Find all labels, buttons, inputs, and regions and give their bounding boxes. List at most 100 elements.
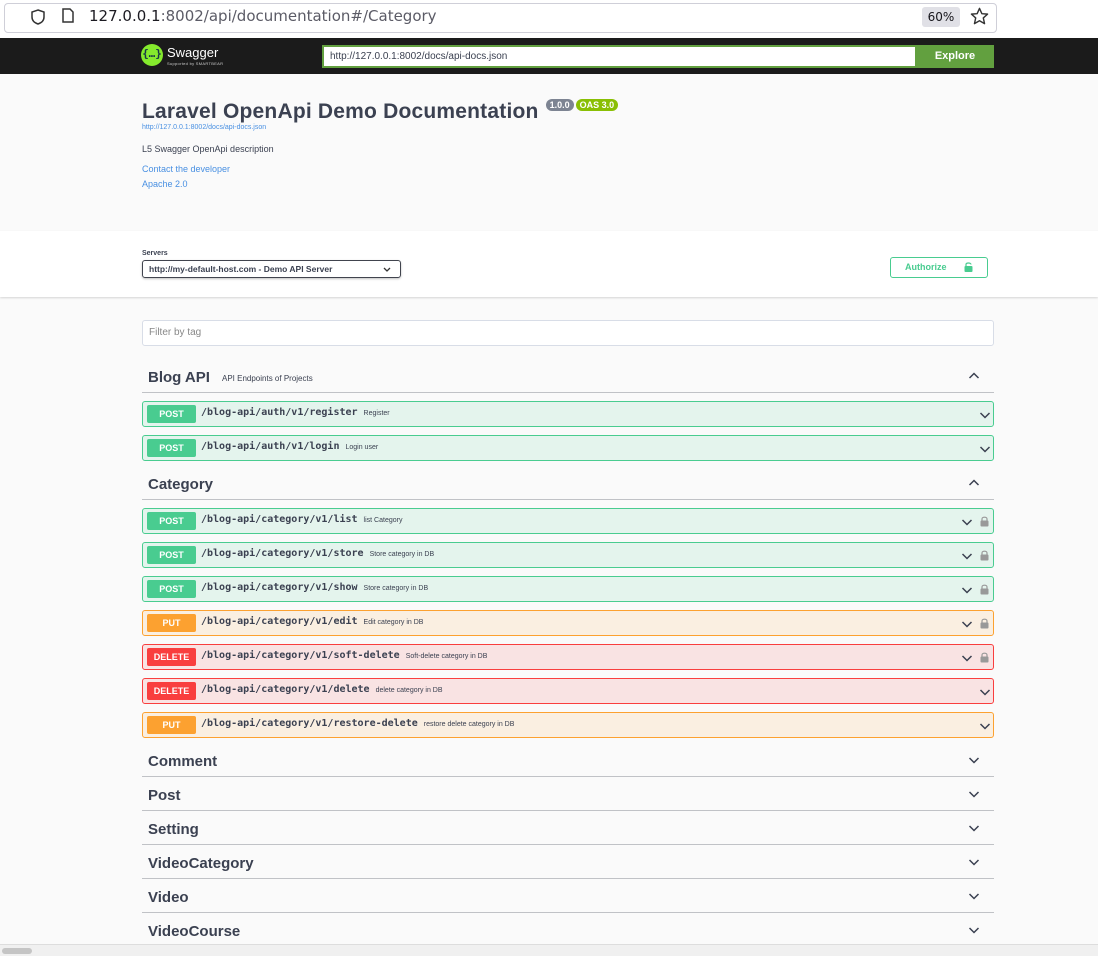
horizontal-scrollbar[interactable] xyxy=(0,944,1098,956)
swagger-logo-icon[interactable]: {…} xyxy=(141,44,163,66)
unlocked-icon xyxy=(964,262,973,272)
tag-section-header[interactable]: Post xyxy=(142,779,994,811)
operation-path: /blog-api/category/v1/show xyxy=(201,582,358,593)
page-icon[interactable] xyxy=(62,8,74,23)
chevron-down-icon xyxy=(968,927,980,934)
servers-select-value: http://my-default-host.com - Demo API Se… xyxy=(149,264,333,274)
operation-path: /blog-api/category/v1/delete xyxy=(201,684,370,695)
operation-summary: Store category in DB xyxy=(369,551,435,558)
zoom-badge[interactable]: 60% xyxy=(922,7,960,27)
tag-section-header[interactable]: Setting xyxy=(142,813,994,845)
filter-by-tag-input[interactable]: Filter by tag xyxy=(142,320,994,346)
spec-url-input[interactable]: http://127.0.0.1:8002/docs/api-docs.json xyxy=(322,45,917,68)
tag-section-header[interactable]: VideoCategory xyxy=(142,847,994,879)
version-badge: 1.0.0 xyxy=(545,99,574,111)
operation-summary: restore delete category in DB xyxy=(423,721,515,728)
operation-post-row[interactable]: POST/blog-api/category/v1/store Store cat… xyxy=(142,542,994,568)
scrollbar-thumb[interactable] xyxy=(2,948,32,954)
tag-name: Post xyxy=(148,787,181,804)
chevron-down-icon xyxy=(979,723,991,730)
method-badge: PUT xyxy=(147,716,196,734)
chevron-down-icon xyxy=(968,757,980,764)
chevron-down-icon xyxy=(979,412,991,419)
lock-icon[interactable] xyxy=(980,584,989,595)
spec-link[interactable]: http://127.0.0.1:8002/docs/api-docs.json xyxy=(142,124,1002,131)
chevron-down-icon xyxy=(961,519,973,526)
url-path: :8002/api/documentation#/Category xyxy=(160,7,437,25)
chevron-down-icon xyxy=(961,621,973,628)
tag-section-header[interactable]: VideoCourse xyxy=(142,915,994,947)
chevron-down-icon xyxy=(979,689,991,696)
operation-path: /blog-api/auth/v1/login xyxy=(201,441,340,452)
method-badge: PUT xyxy=(147,614,196,632)
tag-name: Category xyxy=(148,476,214,493)
operation-summary: Edit category in DB xyxy=(363,619,424,626)
method-badge: POST xyxy=(147,546,196,564)
tag-section-header[interactable]: Category xyxy=(142,468,994,500)
operation-put-row[interactable]: PUT/blog-api/category/v1/edit Edit catego… xyxy=(142,610,994,636)
operation-put-row[interactable]: PUT/blog-api/category/v1/restore-delete r… xyxy=(142,712,994,738)
scheme-container: Servers http://my-default-host.com - Dem… xyxy=(0,231,1098,297)
chevron-down-icon xyxy=(979,446,991,453)
operation-delete-row[interactable]: DELETE/blog-api/category/v1/delete delete… xyxy=(142,678,994,704)
shield-icon[interactable] xyxy=(31,9,45,25)
operation-summary: Soft-delete category in DB xyxy=(405,653,488,660)
chevron-up-icon xyxy=(968,479,980,486)
tag-name: VideoCategory xyxy=(148,855,254,872)
tag-section-header[interactable]: Blog API API Endpoints of Projects xyxy=(142,361,994,393)
api-info: Laravel OpenApi Demo Documentation 1.0.0… xyxy=(142,99,1002,189)
operation-path: /blog-api/category/v1/store xyxy=(201,548,364,559)
tag-name: VideoCourse xyxy=(148,923,241,940)
chevron-down-icon xyxy=(383,267,391,272)
operation-summary: Login user xyxy=(345,444,379,451)
operation-delete-row[interactable]: DELETE/blog-api/category/v1/soft-delete S… xyxy=(142,644,994,670)
method-badge: POST xyxy=(147,439,196,457)
operation-path: /blog-api/auth/v1/register xyxy=(201,407,358,418)
authorize-button[interactable]: Authorize xyxy=(890,257,988,278)
tag-section-header[interactable]: Video xyxy=(142,881,994,913)
swagger-logo-glyph: {…} xyxy=(142,47,162,60)
method-badge: POST xyxy=(147,405,196,423)
url-text[interactable]: 127.0.0.1:8002/api/documentation#/Catego… xyxy=(89,7,437,25)
api-description: L5 Swagger OpenApi description xyxy=(142,144,274,154)
operation-post-row[interactable]: POST/blog-api/category/v1/list list Categ… xyxy=(142,508,994,534)
chevron-up-icon xyxy=(968,372,980,379)
oas-badge: OAS 3.0 xyxy=(575,99,619,111)
lock-icon[interactable] xyxy=(980,618,989,629)
operation-path: /blog-api/category/v1/soft-delete xyxy=(201,650,400,661)
lock-icon[interactable] xyxy=(980,550,989,561)
swagger-brand-sub: Supported by SMARTBEAR xyxy=(167,61,224,66)
method-badge: POST xyxy=(147,512,196,530)
operation-path: /blog-api/category/v1/list xyxy=(201,514,358,525)
operation-summary: delete category in DB xyxy=(375,687,443,694)
operation-post-row[interactable]: POST/blog-api/auth/v1/login Login user xyxy=(142,435,994,461)
swagger-brand[interactable]: Swagger xyxy=(167,45,218,60)
operation-post-row[interactable]: POST/blog-api/auth/v1/register Register xyxy=(142,401,994,427)
chevron-down-icon xyxy=(968,859,980,866)
method-badge: POST xyxy=(147,580,196,598)
servers-select[interactable]: http://my-default-host.com - Demo API Se… xyxy=(142,260,401,278)
tag-name: Comment xyxy=(148,753,218,770)
contact-link[interactable]: Contact the developer xyxy=(142,164,1002,174)
tag-name: Blog API xyxy=(148,369,210,386)
chevron-down-icon xyxy=(961,587,973,594)
chevron-down-icon xyxy=(968,893,980,900)
explore-button[interactable]: Explore xyxy=(916,45,994,68)
servers-label: Servers xyxy=(142,250,168,257)
page-title: Laravel OpenApi Demo Documentation xyxy=(142,100,539,123)
lock-icon[interactable] xyxy=(980,516,989,527)
operation-summary: Register xyxy=(363,410,390,417)
browser-toolbar: 127.0.0.1:8002/api/documentation#/Catego… xyxy=(0,0,1098,38)
tag-section-header[interactable]: Comment xyxy=(142,745,994,777)
license-link[interactable]: Apache 2.0 xyxy=(142,179,1002,189)
operation-path: /blog-api/category/v1/restore-delete xyxy=(201,718,418,729)
chevron-down-icon xyxy=(961,655,973,662)
operation-summary: Store category in DB xyxy=(363,585,429,592)
operation-post-row[interactable]: POST/blog-api/category/v1/show Store cate… xyxy=(142,576,994,602)
tag-name: Video xyxy=(148,889,189,906)
method-badge: DELETE xyxy=(147,682,196,700)
bookmark-star-icon[interactable] xyxy=(970,7,989,26)
lock-icon[interactable] xyxy=(980,652,989,663)
chevron-down-icon xyxy=(961,553,973,560)
url-host: 127.0.0.1 xyxy=(89,7,161,25)
